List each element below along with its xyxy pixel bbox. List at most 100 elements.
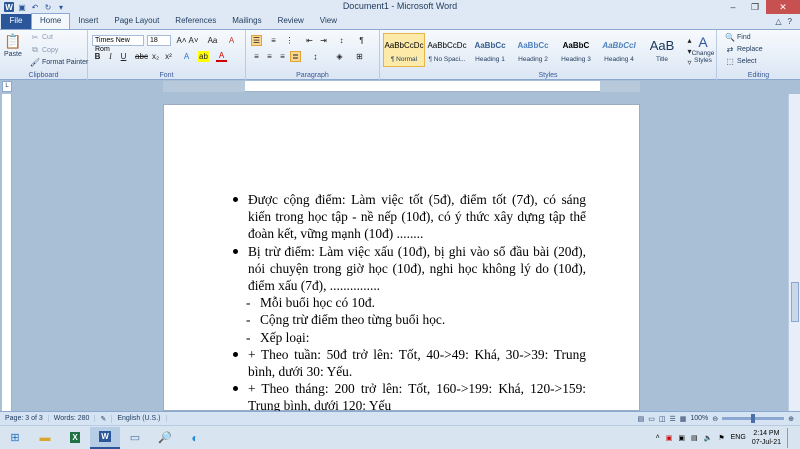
scrollbar-thumb[interactable]: [791, 282, 799, 322]
font-name-select[interactable]: Times New Rom: [92, 35, 144, 53]
style-heading-1[interactable]: AaBbCc Heading 1: [469, 33, 511, 67]
volume-icon[interactable]: 🔈: [704, 434, 713, 442]
app-tray-icon[interactable]: ▣: [678, 434, 685, 442]
close-button[interactable]: ✕: [766, 0, 800, 14]
print-layout-icon[interactable]: ▤: [638, 415, 645, 423]
borders-icon[interactable]: ⊞: [354, 51, 365, 62]
zoom-level[interactable]: 100%: [690, 415, 708, 422]
bold-icon[interactable]: B: [92, 51, 103, 62]
list-item: Được cộng điểm: Làm việc tốt (5đ), điểm …: [232, 191, 586, 243]
excel-icon[interactable]: X: [60, 427, 90, 449]
font-size-select[interactable]: 18: [147, 35, 171, 46]
zoom-slider[interactable]: [722, 414, 785, 423]
tab-selector[interactable]: L: [2, 81, 12, 92]
tab-page-layout[interactable]: Page Layout: [106, 14, 167, 29]
highlight-icon[interactable]: ab: [198, 51, 209, 62]
restore-button[interactable]: ❐: [744, 0, 766, 14]
shading-icon[interactable]: ◈: [334, 51, 345, 62]
increase-indent-icon[interactable]: ⇥: [318, 35, 329, 46]
full-screen-icon[interactable]: ▭: [648, 415, 655, 423]
page-count[interactable]: Page: 3 of 3: [0, 415, 49, 422]
numbering-icon[interactable]: ≡: [268, 35, 279, 46]
align-right-icon[interactable]: ≡: [277, 51, 288, 62]
flag-icon[interactable]: ⚑: [718, 434, 724, 442]
multilevel-list-icon[interactable]: ⋮: [284, 35, 295, 46]
style-normal[interactable]: AaBbCcDc ¶ Normal: [383, 33, 425, 67]
select-button[interactable]: ⬚ Select: [725, 56, 756, 66]
tab-home[interactable]: Home: [31, 13, 71, 29]
horizontal-ruler[interactable]: [163, 81, 640, 92]
sort-icon[interactable]: ↕: [336, 35, 347, 46]
proofing-status[interactable]: ✎: [95, 414, 113, 423]
justify-icon[interactable]: ≣: [290, 51, 301, 62]
grow-font-icon[interactable]: A˄: [176, 35, 187, 46]
style-no-spacing[interactable]: AaBbCcDc ¶ No Spaci...: [426, 33, 468, 67]
edge-icon[interactable]: ◐: [180, 427, 210, 449]
page-text[interactable]: Được cộng điểm: Làm việc tốt (5đ), điểm …: [232, 191, 586, 415]
change-case-icon[interactable]: Aa: [207, 35, 218, 46]
text-effects-icon[interactable]: A: [181, 51, 192, 62]
align-left-icon[interactable]: ≡: [251, 51, 262, 62]
copy-button[interactable]: ⧉ Copy: [30, 45, 58, 55]
outline-icon[interactable]: ☰: [669, 415, 675, 423]
replace-button[interactable]: ⇄ Replace: [725, 44, 763, 54]
vertical-ruler[interactable]: [2, 94, 12, 411]
undo-icon[interactable]: ↶: [30, 2, 40, 12]
word-count[interactable]: Words: 280: [49, 415, 96, 422]
redo-icon[interactable]: ↻: [43, 2, 53, 12]
show-desktop-button[interactable]: [787, 427, 792, 448]
format-painter-button[interactable]: 🖌 Format Painter: [30, 57, 88, 67]
underline-icon[interactable]: U: [118, 51, 129, 62]
file-explorer-icon[interactable]: ▬: [30, 427, 60, 449]
word-taskbar-icon[interactable]: W: [90, 426, 120, 449]
network-app-icon[interactable]: ▭: [120, 427, 150, 449]
style-heading-3[interactable]: AaBbC Heading 3: [555, 33, 597, 67]
language-status[interactable]: English (U.S.): [112, 415, 167, 422]
font-color-icon[interactable]: A: [216, 51, 227, 62]
word-logo-icon[interactable]: W: [4, 2, 14, 12]
tab-review[interactable]: Review: [270, 14, 312, 29]
antivirus-icon[interactable]: ▣: [666, 434, 673, 442]
style-heading-4[interactable]: AaBbCcI Heading 4: [598, 33, 640, 67]
cut-button[interactable]: ✂ Cut: [30, 32, 53, 42]
minimize-button[interactable]: –: [722, 0, 744, 14]
save-icon[interactable]: ▣: [17, 2, 27, 12]
paste-button[interactable]: 📋 Paste: [4, 32, 22, 59]
bullets-icon[interactable]: ☰: [251, 35, 262, 46]
italic-icon[interactable]: I: [105, 51, 116, 62]
zoom-out-icon[interactable]: ⊖: [712, 415, 718, 423]
decrease-indent-icon[interactable]: ⇤: [304, 35, 315, 46]
show-formatting-icon[interactable]: ¶: [356, 35, 367, 46]
clear-formatting-icon[interactable]: A: [226, 35, 237, 46]
network-icon[interactable]: ▤: [691, 434, 698, 442]
clock-date: 07-Jul-21: [751, 438, 781, 446]
show-hidden-icons-icon[interactable]: ˄: [656, 434, 660, 441]
style-heading-2[interactable]: AaBbCc Heading 2: [512, 33, 554, 67]
subscript-icon[interactable]: x₂: [150, 51, 161, 62]
document-page[interactable]: Được cộng điểm: Làm việc tốt (5đ), điểm …: [163, 104, 640, 413]
style-title[interactable]: AaB Title: [641, 33, 683, 67]
search-app-icon[interactable]: 🔎: [150, 427, 180, 449]
tab-file[interactable]: File: [1, 14, 31, 29]
tab-mailings[interactable]: Mailings: [224, 14, 269, 29]
minimize-ribbon-icon[interactable]: △: [775, 17, 781, 26]
change-styles-button[interactable]: A Change Styles: [690, 34, 716, 64]
clock[interactable]: 2:14 PM 07-Jul-21: [752, 429, 781, 447]
superscript-icon[interactable]: x²: [163, 51, 174, 62]
find-button[interactable]: 🔍 Find: [725, 32, 751, 42]
vertical-scrollbar[interactable]: [788, 94, 800, 411]
help-icon[interactable]: ?: [788, 17, 792, 26]
draft-icon[interactable]: ▦: [680, 415, 687, 423]
strikethrough-icon[interactable]: abc: [135, 51, 148, 62]
tab-references[interactable]: References: [167, 14, 224, 29]
line-spacing-icon[interactable]: ↨: [310, 51, 321, 62]
shrink-font-icon[interactable]: A˅: [188, 35, 199, 46]
tab-insert[interactable]: Insert: [70, 14, 106, 29]
tab-view[interactable]: View: [312, 14, 345, 29]
start-button[interactable]: ⊞: [0, 427, 30, 449]
web-layout-icon[interactable]: ◫: [659, 415, 666, 423]
input-language[interactable]: ENG: [731, 434, 746, 441]
customize-qat-icon[interactable]: ▾: [56, 2, 66, 12]
align-center-icon[interactable]: ≡: [264, 51, 275, 62]
zoom-in-icon[interactable]: ⊕: [788, 415, 794, 423]
